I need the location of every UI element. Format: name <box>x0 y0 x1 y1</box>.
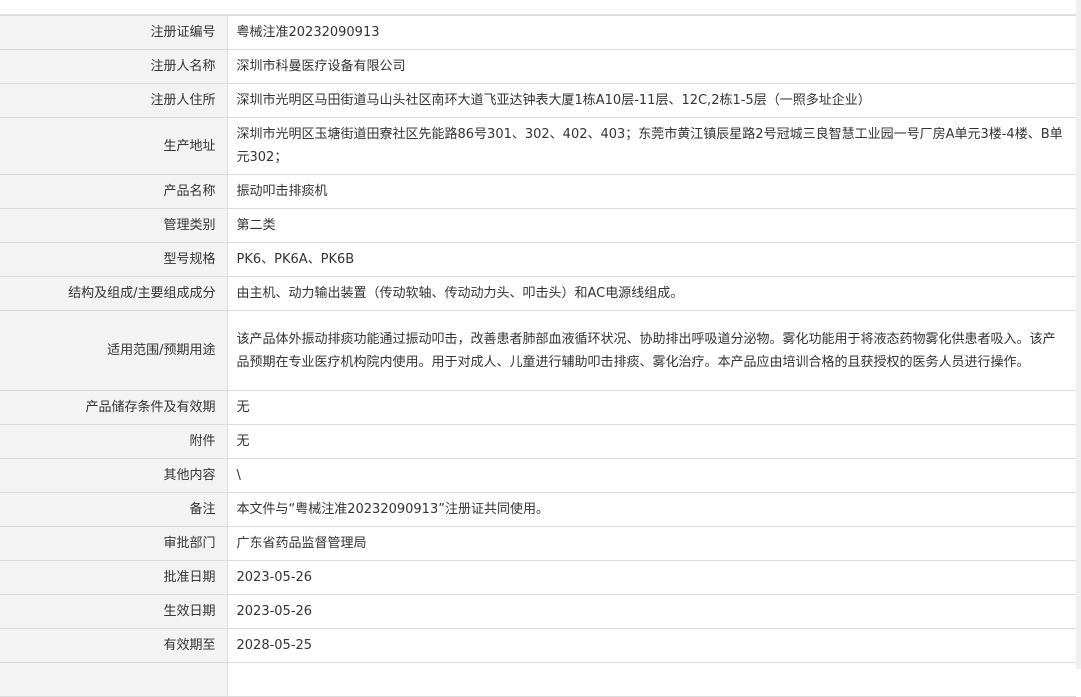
row-value: PK6、PK6A、PK6B <box>227 242 1076 277</box>
row-value: \ <box>227 458 1076 493</box>
table-row-production-address: 生产地址 深圳市光明区玉塘街道田寮社区先能路86号301、302、402、403… <box>0 117 1076 175</box>
row-label: 生产地址 <box>0 117 228 175</box>
row-label: 产品储存条件及有效期 <box>0 390 228 425</box>
row-value: 第二类 <box>227 208 1076 243</box>
table-row-valid-until: 有效期至 2028-05-25 <box>0 628 1076 663</box>
row-label: 结构及组成/主要组成成分 <box>0 276 228 311</box>
table-row-other-content: 其他内容 \ <box>0 458 1076 493</box>
row-value: 粤械注准20232090913 <box>227 15 1076 50</box>
table-row-approval-department: 审批部门 广东省药品监督管理局 <box>0 526 1076 561</box>
row-value: 深圳市光明区玉塘街道田寮社区先能路86号301、302、402、403；东莞市黄… <box>227 117 1076 175</box>
row-value: 2023-05-26 <box>227 594 1076 629</box>
row-value: 本文件与“粤械注准20232090913”注册证共同使用。 <box>227 492 1076 527</box>
row-label: 注册人住所 <box>0 83 228 118</box>
row-label: 管理类别 <box>0 208 228 243</box>
row-label: 审批部门 <box>0 526 228 561</box>
row-label: 型号规格 <box>0 242 228 277</box>
row-value: 2028-05-25 <box>227 628 1076 663</box>
row-value: 深圳市光明区马田街道马山头社区南环大道飞亚达钟表大厦1栋A10层-11层、12C… <box>227 83 1076 118</box>
row-value: 无 <box>227 424 1076 459</box>
row-value: 2023-05-26 <box>227 560 1076 595</box>
table-row-storage-validity: 产品储存条件及有效期 无 <box>0 390 1076 425</box>
row-label-empty <box>0 662 228 697</box>
top-border-strip <box>0 0 1081 15</box>
row-label: 注册人名称 <box>0 49 228 84</box>
row-label: 备注 <box>0 492 228 527</box>
table-row-model-spec: 型号规格 PK6、PK6A、PK6B <box>0 242 1076 277</box>
row-value: 该产品体外振动排痰功能通过振动叩击，改善患者肺部血液循环状况、协助排出呼吸道分泌… <box>227 310 1076 391</box>
row-value: 振动叩击排痰机 <box>227 174 1076 209</box>
row-label: 其他内容 <box>0 458 228 493</box>
row-value: 由主机、动力输出装置（传动软轴、传动动力头、叩击头）和AC电源线组成。 <box>227 276 1076 311</box>
table-row-product-name: 产品名称 振动叩击排痰机 <box>0 174 1076 209</box>
row-label: 生效日期 <box>0 594 228 629</box>
row-value: 广东省药品监督管理局 <box>227 526 1076 561</box>
table-row-management-class: 管理类别 第二类 <box>0 208 1076 243</box>
table-row-cut-off <box>0 662 1076 697</box>
table-row-registration-number: 注册证编号 粤械注准20232090913 <box>0 15 1076 50</box>
table-row-structure-composition: 结构及组成/主要组成成分 由主机、动力输出装置（传动软轴、传动动力头、叩击头）和… <box>0 276 1076 311</box>
table-row-remarks: 备注 本文件与“粤械注准20232090913”注册证共同使用。 <box>0 492 1076 527</box>
row-label: 有效期至 <box>0 628 228 663</box>
row-value: 深圳市科曼医疗设备有限公司 <box>227 49 1076 84</box>
table-row-attachments: 附件 无 <box>0 424 1076 459</box>
row-value: 无 <box>227 390 1076 425</box>
row-label: 产品名称 <box>0 174 228 209</box>
row-label: 注册证编号 <box>0 15 228 50</box>
page-scrollbar[interactable] <box>1076 0 1081 669</box>
registration-detail-table: 注册证编号 粤械注准20232090913 注册人名称 深圳市科曼医疗设备有限公… <box>0 15 1076 697</box>
table-row-registrant-address: 注册人住所 深圳市光明区马田街道马山头社区南环大道飞亚达钟表大厦1栋A10层-1… <box>0 83 1076 118</box>
row-label: 附件 <box>0 424 228 459</box>
table-row-approval-date: 批准日期 2023-05-26 <box>0 560 1076 595</box>
table-row-intended-use: 适用范围/预期用途 该产品体外振动排痰功能通过振动叩击，改善患者肺部血液循环状况… <box>0 310 1076 391</box>
row-label: 适用范围/预期用途 <box>0 310 228 391</box>
table-row-registrant-name: 注册人名称 深圳市科曼医疗设备有限公司 <box>0 49 1076 84</box>
row-label: 批准日期 <box>0 560 228 595</box>
row-value-empty <box>227 662 1076 697</box>
table-row-effective-date: 生效日期 2023-05-26 <box>0 594 1076 629</box>
